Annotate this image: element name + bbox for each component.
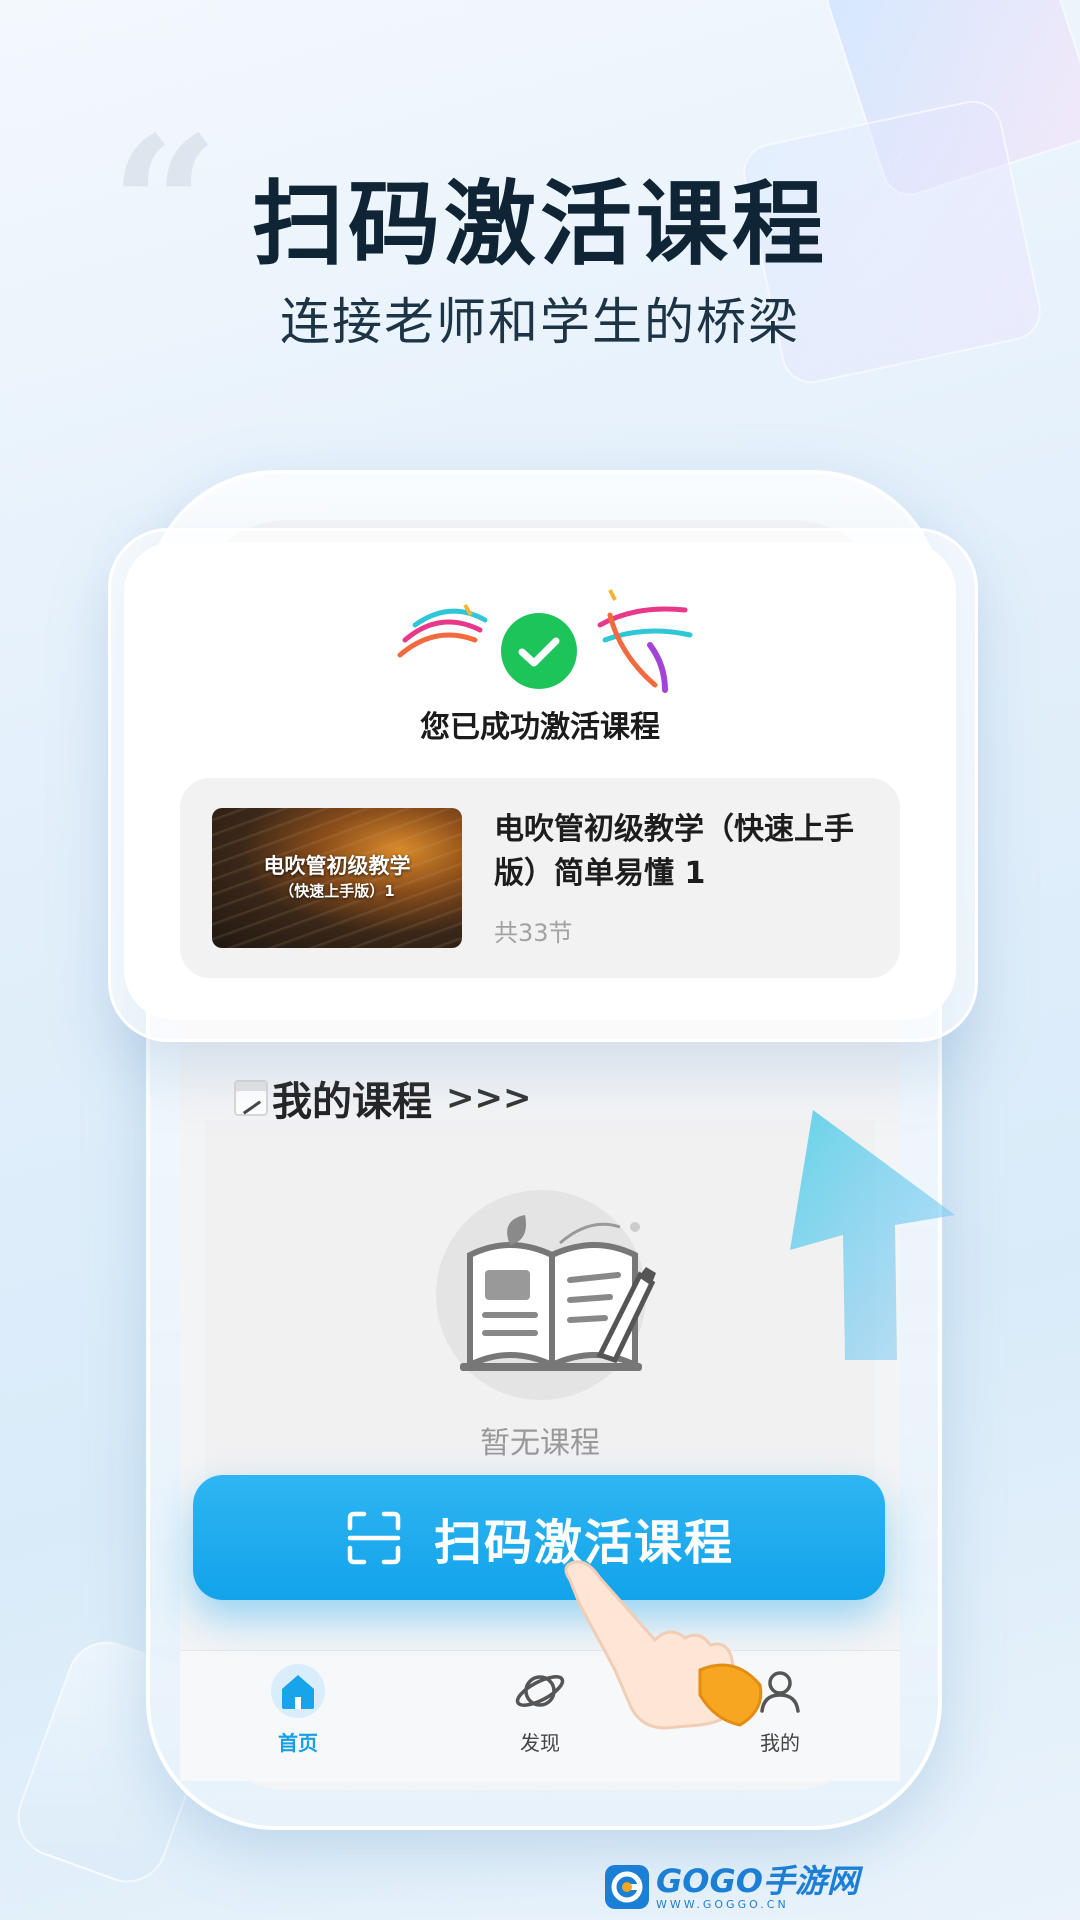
empty-state-text: 暂无课程 bbox=[480, 1426, 600, 1461]
pointing-hand-icon bbox=[564, 1560, 763, 1730]
hero-title: 扫码激活课程 bbox=[251, 171, 828, 278]
lesson-count: 共33节 bbox=[494, 919, 573, 947]
gogo-logo-icon bbox=[605, 1865, 649, 1909]
nav-home[interactable]: 首页 bbox=[228, 1663, 368, 1756]
open-book-icon bbox=[460, 1215, 656, 1371]
scan-icon bbox=[347, 1511, 401, 1564]
check-circle-icon bbox=[501, 613, 577, 689]
thumbnail-subtitle: （快速上手版）1 bbox=[279, 882, 395, 900]
scan-activate-button[interactable]: 扫码激活课程 bbox=[193, 1475, 885, 1600]
course-thumbnail: 电吹管初级教学 （快速上手版）1 bbox=[212, 808, 462, 948]
thumbnail-title: 电吹管初级教学 bbox=[263, 854, 411, 878]
more-arrows[interactable]: >>> bbox=[446, 1078, 531, 1118]
nav-label: 首页 bbox=[278, 1731, 318, 1755]
course-name: 电吹管初级教学（快速上手版）简单易懂 1 bbox=[494, 812, 854, 891]
hero-subtitle: 连接老师和学生的桥梁 bbox=[280, 293, 800, 351]
bottom-nav: 首页 发现 我的 bbox=[180, 1650, 900, 1781]
nav-label: 发现 bbox=[520, 1731, 560, 1755]
my-courses-title: 我的课程 bbox=[272, 1079, 432, 1125]
watermark: GOGO手游网 WWW.GOGGO.CN bbox=[604, 1862, 859, 1912]
watermark-text: GOGO手游网 WWW.GOGGO.CN bbox=[656, 1864, 859, 1911]
watermark-url: WWW.GOGGO.CN bbox=[656, 1897, 789, 1911]
confetti-icon bbox=[397, 603, 488, 658]
arrow-decoration bbox=[790, 1110, 955, 1360]
my-courses-header[interactable]: 我的课程 >>> bbox=[234, 1070, 531, 1126]
nav-label: 我的 bbox=[760, 1731, 800, 1755]
success-message: 您已成功激活课程 bbox=[420, 710, 660, 745]
watermark-brand: GOGO手游网 bbox=[656, 1861, 859, 1900]
calendar-icon bbox=[234, 1080, 268, 1116]
home-icon bbox=[271, 1664, 325, 1718]
confetti-icon bbox=[597, 589, 693, 693]
